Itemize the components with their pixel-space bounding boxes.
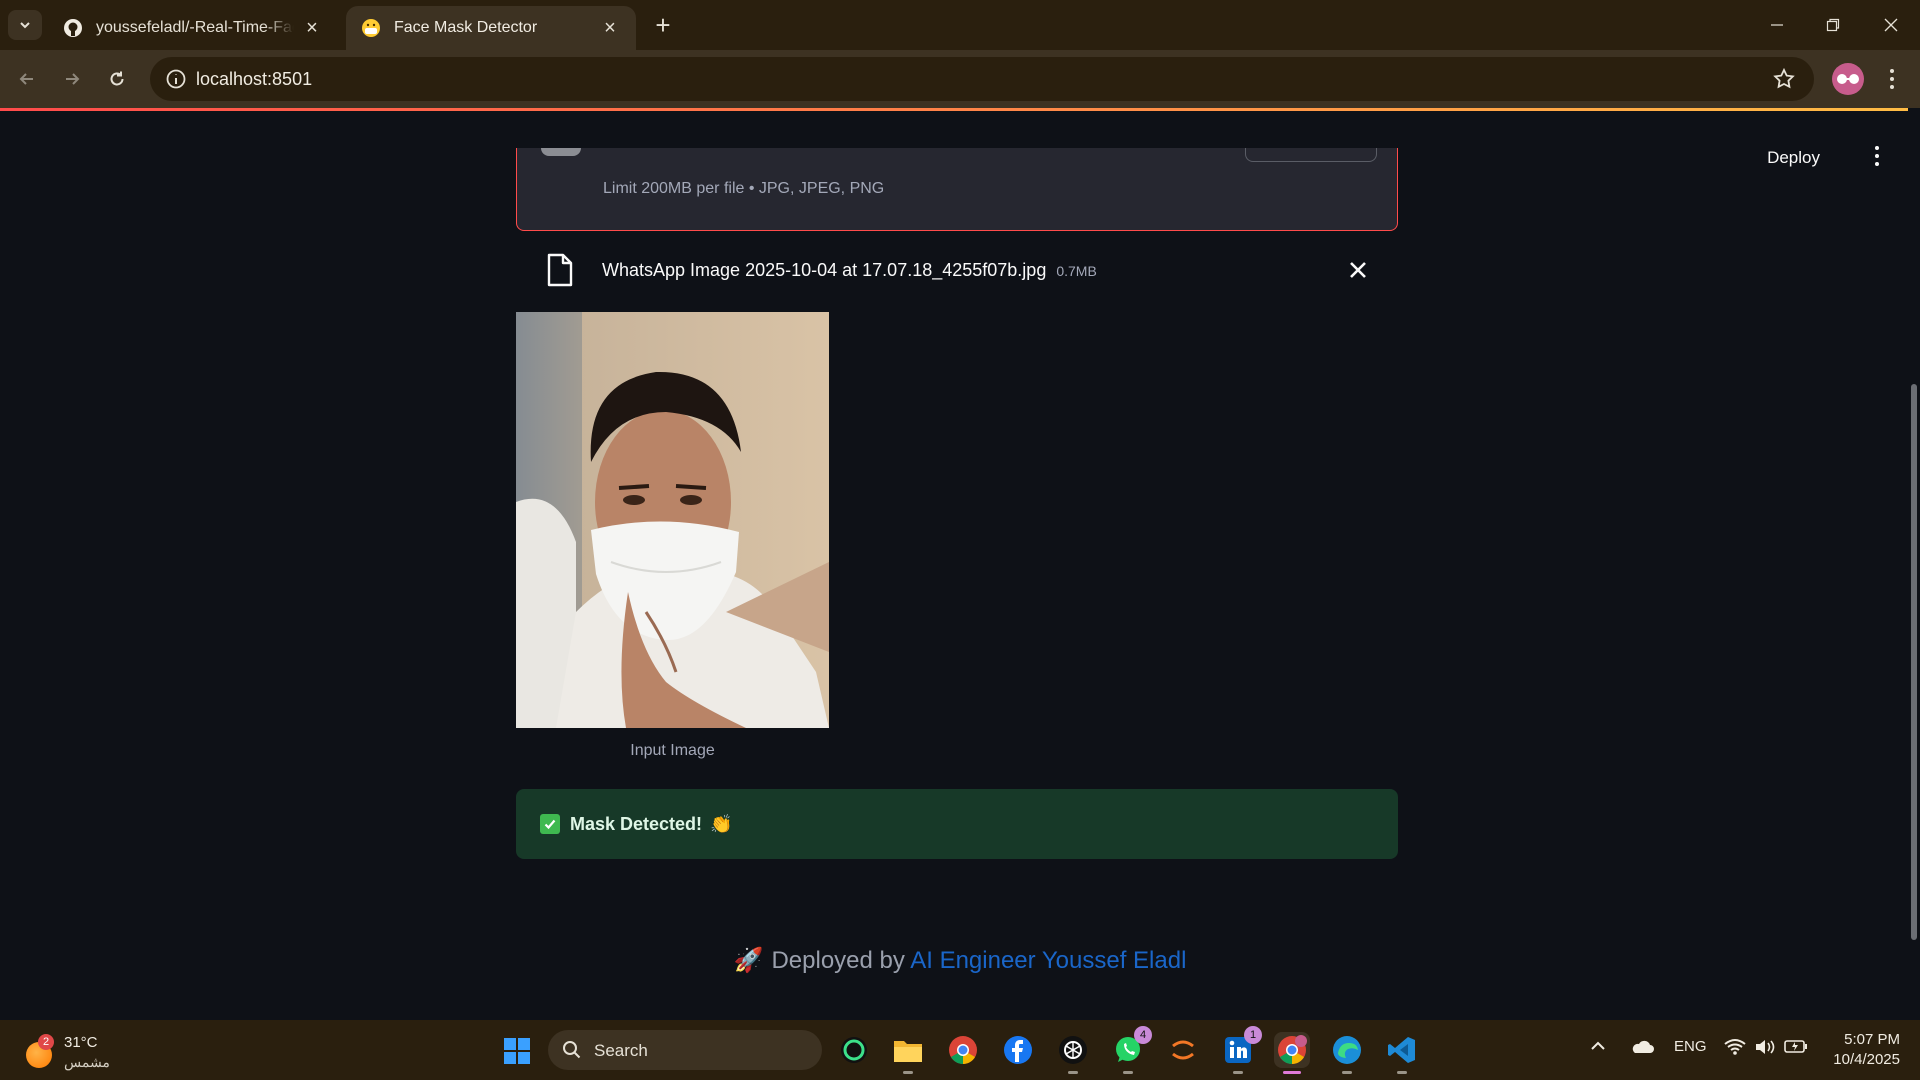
url-text: localhost:8501 — [196, 69, 313, 89]
windows-taskbar: 2 31°C مشمس Search 4 1 ENG 5:07 PM 10/4/… — [0, 1020, 1920, 1080]
uploaded-file-row: WhatsApp Image 2025-10-04 at 17.07.18_42… — [516, 241, 1398, 299]
bookmark-star-icon[interactable] — [1772, 67, 1796, 91]
tab-face-mask-detector[interactable]: Face Mask Detector × — [346, 6, 636, 50]
clapping-hands-icon: 👏 — [710, 813, 733, 834]
vscode-icon[interactable] — [1384, 1032, 1420, 1074]
minimize-icon[interactable] — [1762, 10, 1792, 40]
chatgpt-icon[interactable] — [1055, 1032, 1091, 1074]
linkedin-icon[interactable]: 1 — [1220, 1026, 1262, 1074]
close-tab-icon[interactable]: × — [300, 16, 324, 40]
taskbar-search[interactable]: Search — [548, 1030, 822, 1070]
file-uploader-dropzone[interactable]: Limit 200MB per file • JPG, JPEG, PNG — [516, 148, 1398, 231]
back-icon[interactable] — [12, 64, 42, 94]
tab-search-button[interactable] — [8, 10, 42, 40]
search-icon — [563, 1041, 581, 1059]
author-link[interactable]: AI Engineer Youssef Eladl — [910, 947, 1186, 974]
streamlit-decoration-bar — [0, 108, 1920, 111]
weather-temperature: 31°C — [64, 1034, 98, 1051]
uploaded-file-size: 0.7MB — [1056, 263, 1097, 279]
address-bar[interactable]: localhost:8501 — [150, 57, 1814, 101]
chrome-icon[interactable] — [945, 1032, 981, 1068]
battery-icon[interactable] — [1784, 1038, 1808, 1058]
whatsapp-badge: 4 — [1134, 1026, 1152, 1044]
streamlit-main-menu-icon[interactable] — [1872, 146, 1882, 166]
search-label: Search — [594, 1041, 648, 1060]
system-clock[interactable]: 5:07 PM 10/4/2025 — [1820, 1030, 1900, 1070]
page-scrollbar[interactable] — [1908, 108, 1920, 1020]
wifi-icon[interactable] — [1724, 1038, 1746, 1060]
windows-start-icon[interactable] — [504, 1038, 530, 1064]
volume-icon[interactable] — [1754, 1038, 1776, 1060]
tab-title: Face Mask Detector — [394, 19, 538, 36]
reload-icon[interactable] — [102, 64, 132, 94]
chevron-down-icon — [20, 22, 30, 29]
whatsapp-icon[interactable]: 4 — [1110, 1026, 1152, 1074]
edge-icon[interactable] — [1329, 1032, 1365, 1074]
forward-icon[interactable] — [57, 64, 87, 94]
clock-time: 5:07 PM — [1844, 1031, 1900, 1048]
site-info-icon[interactable] — [164, 67, 188, 91]
remove-file-icon[interactable] — [1346, 258, 1370, 282]
tab-github[interactable]: youssefeladl/-Real-Time-Face-Mask-Detect… — [48, 6, 338, 50]
rocket-icon: 🚀 — [733, 947, 764, 974]
facebook-icon[interactable] — [1000, 1032, 1036, 1068]
profile-glasses-icon — [1837, 74, 1859, 84]
success-alert: Mask Detected! 👏 — [516, 789, 1398, 859]
browser-menu-icon[interactable] — [1880, 66, 1904, 92]
chrome-profile-icon[interactable] — [1274, 1032, 1310, 1074]
language-indicator[interactable]: ENG — [1674, 1038, 1707, 1055]
restore-icon[interactable] — [1818, 10, 1848, 40]
new-tab-button[interactable]: + — [650, 10, 676, 40]
github-icon — [62, 17, 84, 39]
obs-icon[interactable] — [836, 1032, 872, 1068]
mask-face-emoji-icon — [360, 17, 382, 39]
footer-credit: 🚀 Deployed by AI Engineer Youssef Eladl — [0, 946, 1920, 975]
close-window-icon[interactable] — [1876, 10, 1906, 40]
upload-limit-text: Limit 200MB per file • JPG, JPEG, PNG — [603, 180, 885, 197]
image-caption: Input Image — [630, 742, 715, 759]
upload-cloud-icon — [541, 148, 581, 156]
onedrive-icon[interactable] — [1630, 1038, 1654, 1058]
show-hidden-icons[interactable] — [1590, 1038, 1606, 1058]
result-message: Mask Detected! — [570, 813, 703, 834]
streamlit-app: Deploy Limit 200MB per file • JPG, JPEG,… — [0, 108, 1920, 1020]
weather-widget[interactable]: 2 31°C مشمس — [26, 1034, 166, 1074]
weather-badge: 2 — [38, 1034, 54, 1050]
browse-files-button[interactable] — [1245, 148, 1377, 162]
tab-title: youssefeladl/-Real-Time-Face-Mask-Detect… — [96, 19, 294, 36]
linkedin-badge: 1 — [1244, 1026, 1262, 1044]
clock-date: 10/4/2025 — [1833, 1051, 1900, 1068]
browser-toolbar: localhost:8501 — [0, 50, 1920, 108]
file-icon — [547, 253, 573, 287]
footer-prefix: Deployed by — [771, 947, 905, 974]
jupyter-icon[interactable] — [1165, 1032, 1201, 1068]
deploy-button[interactable]: Deploy — [1759, 144, 1828, 172]
input-image — [516, 312, 829, 728]
scrollbar-thumb[interactable] — [1911, 384, 1917, 940]
profile-avatar[interactable] — [1832, 63, 1864, 95]
browser-tab-bar: youssefeladl/-Real-Time-Face-Mask-Detect… — [0, 0, 1920, 50]
file-explorer-icon[interactable] — [890, 1032, 926, 1074]
weather-condition: مشمس — [64, 1054, 110, 1070]
check-mark-icon — [540, 814, 560, 834]
uploaded-file-name: WhatsApp Image 2025-10-04 at 17.07.18_42… — [602, 260, 1047, 280]
close-tab-icon[interactable]: × — [598, 16, 622, 40]
